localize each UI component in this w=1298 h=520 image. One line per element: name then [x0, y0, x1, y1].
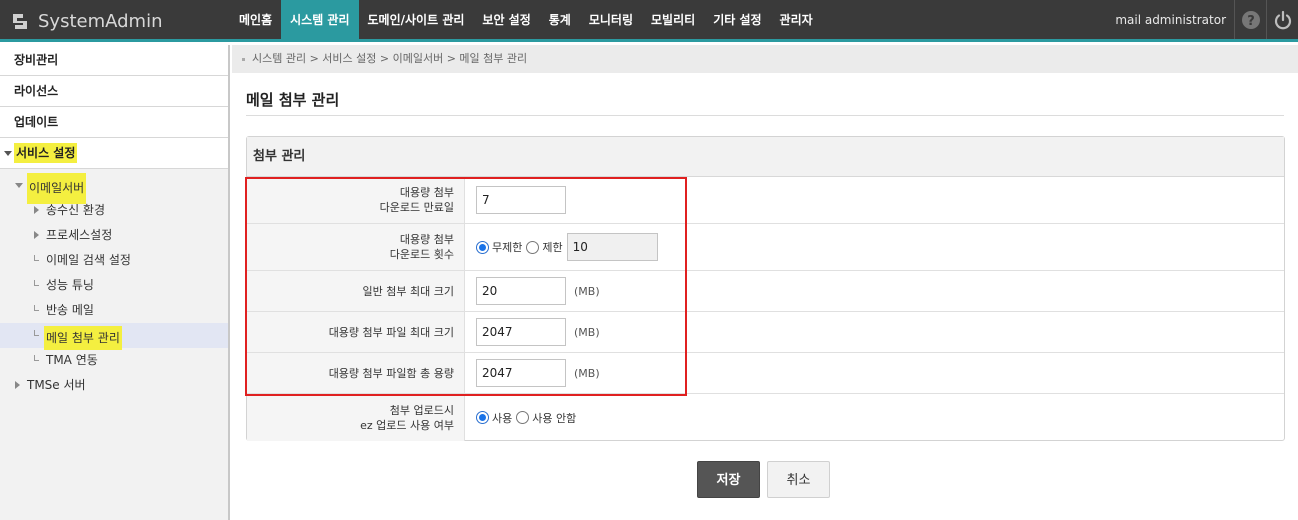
nav-admin[interactable]: 관리자: [771, 0, 822, 39]
field-label: 대용량 첨부 파일 최대 크기: [247, 312, 465, 352]
leaf-icon: [34, 330, 39, 336]
row-download-count: 대용량 첨부 다운로드 횟수 무제한 제한 10: [247, 224, 1284, 271]
no-use-radio[interactable]: [516, 411, 530, 424]
breadcrumb-text: 시스템 관리 > 서비스 설정 > 이메일서버 > 메일 첨부 관리: [252, 52, 528, 65]
label-line-2: 다운로드 만료일: [379, 201, 454, 214]
sidebar-item-label: 송수신 환경: [46, 203, 106, 217]
field-label: 첨부 업로드시 ez 업로드 사용 여부: [247, 394, 465, 441]
row-large-total: 대용량 첨부 파일함 총 용량 2047 (MB): [247, 353, 1284, 394]
limit-label[interactable]: 제한: [542, 239, 562, 255]
label-line-2: ez 업로드 사용 여부: [360, 418, 454, 432]
sidebar-item-label: 반송 메일: [46, 303, 94, 317]
expand-icon: [15, 183, 23, 188]
collapsed-icon: [34, 231, 39, 239]
large-total-capacity-input[interactable]: 2047: [476, 359, 566, 387]
field-label: 대용량 첨부 다운로드 횟수: [247, 224, 465, 270]
main-nav: 메인홈 시스템 관리 도메인/사이트 관리 보안 설정 통계 모니터링 모빌리티…: [230, 0, 822, 39]
sidebar-item-label: 이메일 검색 설정: [46, 253, 131, 267]
leaf-icon: [34, 355, 39, 361]
panel-title: 첨부 관리: [247, 137, 1284, 177]
sidebar-item-label: 메일 첨부 관리: [44, 326, 122, 350]
expire-days-input[interactable]: 7: [476, 186, 566, 214]
help-icon: ?: [1241, 10, 1260, 29]
sidebar-item-performance[interactable]: 성능 튜닝: [0, 273, 228, 298]
leaf-icon: [34, 255, 39, 261]
sidebar-item-label: TMSe 서버: [27, 378, 86, 392]
leaf-icon: [34, 280, 39, 286]
label-line-2: 다운로드 횟수: [389, 248, 454, 261]
download-count-input[interactable]: 10: [566, 233, 658, 261]
field-label: 대용량 첨부 다운로드 만료일: [247, 177, 465, 223]
sidebar-item-send-receive[interactable]: 송수신 환경: [0, 198, 228, 223]
row-ez-upload: 첨부 업로드시 ez 업로드 사용 여부 사용 사용 안함: [247, 394, 1284, 441]
field-label: 일반 첨부 최대 크기: [247, 271, 465, 311]
help-button[interactable]: ?: [1234, 0, 1266, 39]
sidebar-item-equipment[interactable]: 장비관리: [0, 45, 228, 76]
logo-icon: [13, 14, 27, 29]
unit-label: (MB): [574, 366, 600, 380]
nav-stats[interactable]: 통계: [540, 0, 580, 39]
app-logo[interactable]: SystemAdmin: [10, 8, 163, 34]
use-radio[interactable]: [476, 411, 489, 424]
sidebar-item-email-search[interactable]: 이메일 검색 설정: [0, 248, 228, 273]
user-name: mail administrator: [1115, 12, 1226, 27]
sidebar-section-label: 서비스 설정: [14, 143, 78, 163]
cancel-button[interactable]: 취소: [767, 461, 830, 498]
power-button[interactable]: [1266, 0, 1298, 39]
main-content: 시스템 관리 > 서비스 설정 > 이메일서버 > 메일 첨부 관리 메일 첨부…: [232, 45, 1298, 520]
bullet-icon: [242, 58, 245, 61]
page-title: 메일 첨부 관리: [246, 91, 340, 109]
expand-icon: [4, 151, 12, 156]
normal-max-size-input[interactable]: 20: [476, 277, 566, 305]
nav-system-management[interactable]: 시스템 관리: [281, 0, 359, 39]
leaf-icon: [34, 305, 39, 311]
label-line-1: 첨부 업로드시: [389, 403, 454, 417]
sidebar-item-tmse[interactable]: TMSe 서버: [0, 373, 228, 398]
sidebar-item-tma[interactable]: TMA 연동: [0, 348, 228, 373]
row-download-expire: 대용량 첨부 다운로드 만료일 7: [247, 177, 1284, 224]
sidebar: 장비관리 라이선스 업데이트 서비스 설정 이메일서버 송수신 환경 프로세스설…: [0, 45, 230, 520]
sidebar-item-update[interactable]: 업데이트: [0, 107, 228, 138]
sidebar-item-label: TMA 연동: [46, 353, 98, 367]
power-icon: [1274, 10, 1291, 29]
attachment-panel: 첨부 관리 대용량 첨부 다운로드 만료일 7 대용량 첨부 다운로드 횟수 무…: [246, 136, 1285, 441]
nav-domain-site[interactable]: 도메인/사이트 관리: [359, 0, 474, 39]
top-bar: SystemAdmin 메인홈 시스템 관리 도메인/사이트 관리 보안 설정 …: [0, 0, 1298, 42]
divider: [246, 115, 1284, 116]
nav-home[interactable]: 메인홈: [230, 0, 281, 39]
sidebar-item-label: 프로세스설정: [46, 228, 113, 242]
label-line-1: 대용량 첨부: [399, 233, 454, 246]
collapsed-icon: [34, 206, 39, 214]
sidebar-section-service-settings[interactable]: 서비스 설정: [0, 138, 228, 169]
unlimited-radio[interactable]: [476, 240, 489, 254]
sidebar-item-mail-attachment[interactable]: 메일 첨부 관리: [0, 323, 228, 350]
unlimited-label[interactable]: 무제한: [492, 239, 522, 255]
svg-text:?: ?: [1247, 14, 1255, 29]
nav-mobility[interactable]: 모빌리티: [642, 0, 704, 39]
row-normal-max: 일반 첨부 최대 크기 20 (MB): [247, 271, 1284, 312]
nav-security[interactable]: 보안 설정: [473, 0, 539, 39]
sidebar-item-process[interactable]: 프로세스설정: [0, 223, 228, 248]
no-use-label[interactable]: 사용 안함: [532, 410, 576, 426]
sidebar-item-bounce-mail[interactable]: 반송 메일: [0, 298, 228, 323]
nav-monitoring[interactable]: 모니터링: [580, 0, 642, 39]
collapsed-icon: [15, 381, 20, 389]
breadcrumb: 시스템 관리 > 서비스 설정 > 이메일서버 > 메일 첨부 관리: [232, 45, 1298, 73]
sidebar-item-email-server[interactable]: 이메일서버: [0, 173, 228, 204]
field-label: 대용량 첨부 파일함 총 용량: [247, 353, 465, 393]
sidebar-item-license[interactable]: 라이선스: [0, 76, 228, 107]
label-line-1: 대용량 첨부: [399, 186, 454, 199]
sidebar-item-label: 성능 튜닝: [46, 278, 94, 292]
row-large-file-max: 대용량 첨부 파일 최대 크기 2047 (MB): [247, 312, 1284, 353]
nav-other-settings[interactable]: 기타 설정: [704, 0, 770, 39]
unit-label: (MB): [574, 325, 600, 339]
unit-label: (MB): [574, 284, 600, 298]
use-label[interactable]: 사용: [492, 410, 512, 426]
app-title: SystemAdmin: [38, 10, 163, 32]
large-file-max-size-input[interactable]: 2047: [476, 318, 566, 346]
limit-radio[interactable]: [526, 240, 540, 254]
save-button[interactable]: 저장: [697, 461, 760, 498]
